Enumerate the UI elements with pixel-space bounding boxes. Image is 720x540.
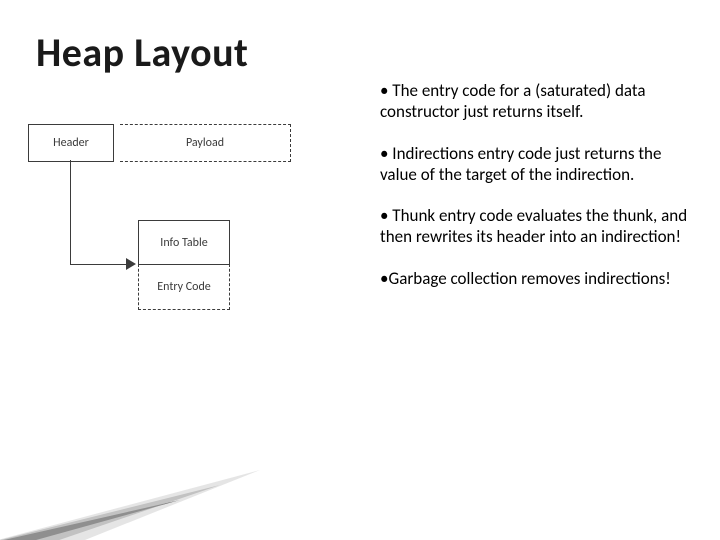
bullet-item: •Garbage collection removes indirections… (380, 268, 690, 289)
heap-layout-diagram: Header Payload Info Table Entry Code (8, 112, 368, 332)
diagram-info-table-box: Info Table (138, 220, 230, 266)
bullet-list: • The entry code for a (saturated) data … (380, 80, 690, 309)
diagram-entry-code-box: Entry Code (138, 264, 230, 310)
bullet-item: • Thunk entry code evaluates the thunk, … (380, 205, 690, 248)
diagram-payload-box: Payload (120, 124, 291, 162)
bullet-item: • The entry code for a (saturated) data … (380, 80, 690, 123)
bullet-item: • Indirections entry code just returns t… (380, 143, 690, 186)
slide-title: Heap Layout (36, 28, 248, 77)
slide-corner-decoration (0, 430, 260, 540)
diagram-connector-vertical (70, 160, 71, 264)
diagram-connector-horizontal (70, 264, 128, 265)
arrow-right-icon (126, 258, 136, 270)
diagram-header-box: Header (28, 124, 114, 162)
